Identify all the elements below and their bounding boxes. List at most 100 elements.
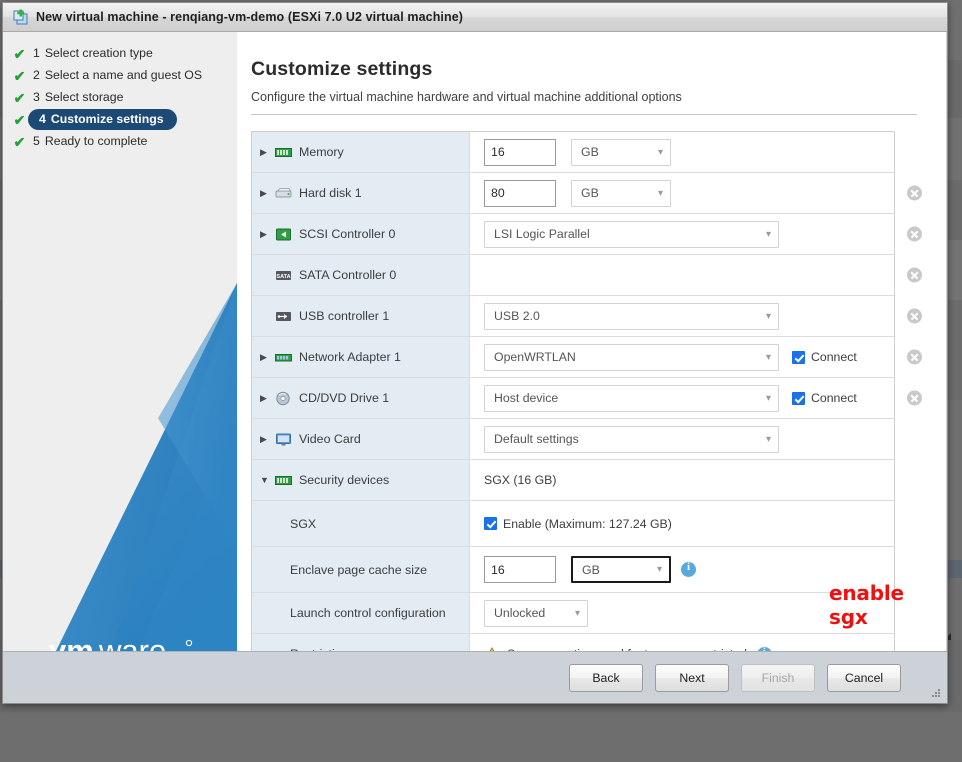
step-number: 2 bbox=[33, 68, 40, 82]
security-devices-summary: SGX (16 GB) bbox=[484, 473, 556, 487]
table-row[interactable]: ▼ Security devices bbox=[252, 460, 894, 501]
cd-dvd-connect-checkbox[interactable] bbox=[792, 392, 805, 405]
launch-control-configuration-select[interactable]: Unlocked ▾ bbox=[484, 600, 588, 627]
device-label: Security devices bbox=[299, 473, 389, 487]
table-row[interactable]: Enclave page cache size GB ▾ bbox=[252, 547, 894, 593]
device-label: CD/DVD Drive 1 bbox=[299, 391, 389, 405]
sgx-label: SGX bbox=[260, 517, 316, 531]
table-row[interactable]: Launch control configuration Unlocked ▾ bbox=[252, 593, 894, 634]
dialog-titlebar[interactable]: New virtual machine - renqiang-vm-demo (… bbox=[3, 3, 947, 32]
wizard-content: Customize settings Configure the virtual… bbox=[237, 32, 947, 651]
row-value-scsi-controller-0: LSI Logic Parallel ▾ bbox=[470, 214, 894, 254]
row-value-sgx: Enable (Maximum: 127.24 GB) bbox=[470, 501, 894, 546]
sidebar-item-select-a-name-and-guest-os[interactable]: ✔ 2Select a name and guest OS bbox=[3, 65, 237, 86]
svg-text:SATA: SATA bbox=[276, 274, 290, 280]
scsi-controller-type-select[interactable]: LSI Logic Parallel ▾ bbox=[484, 221, 779, 248]
row-value-hard-disk-1: GB ▾ bbox=[470, 173, 894, 213]
row-label-security-devices[interactable]: ▼ Security devices bbox=[252, 460, 470, 500]
chevron-down-icon: ▾ bbox=[658, 147, 663, 158]
remove-network-adapter-1-button[interactable] bbox=[907, 350, 922, 365]
scsi-controller-icon bbox=[275, 227, 292, 242]
chevron-down-icon[interactable]: ▼ bbox=[260, 476, 273, 485]
table-row[interactable]: ▶ Network Adapter 1 bbox=[252, 337, 894, 378]
remove-cd-dvd-drive-1-button[interactable] bbox=[907, 391, 922, 406]
enclave-page-cache-unit-select[interactable]: GB ▾ bbox=[571, 556, 671, 583]
chevron-right-icon[interactable]: ▶ bbox=[260, 435, 273, 444]
hardware-table-container: enable sgx ▶ bbox=[251, 131, 947, 651]
sidebar-item-label: Select storage bbox=[45, 90, 124, 104]
security-device-icon bbox=[275, 473, 292, 488]
enclave-page-cache-size-input[interactable] bbox=[484, 556, 556, 583]
check-icon: ✔ bbox=[11, 91, 28, 105]
sidebar-item-label: Select a name and guest OS bbox=[45, 68, 202, 82]
video-card-icon bbox=[275, 432, 292, 447]
new-virtual-machine-dialog: New virtual machine - renqiang-vm-demo (… bbox=[2, 2, 948, 704]
row-label-memory[interactable]: ▶ Memory bbox=[252, 132, 470, 172]
network-adapter-connect-checkbox[interactable] bbox=[792, 351, 805, 364]
cd-dvd-drive-icon bbox=[275, 391, 292, 406]
row-value-security-devices: SGX (16 GB) bbox=[470, 460, 894, 500]
memory-unit-select[interactable]: GB ▾ bbox=[571, 139, 671, 166]
row-value-network-adapter-1: OpenWRTLAN ▾ Connect bbox=[470, 337, 894, 377]
network-adapter-network-select[interactable]: OpenWRTLAN ▾ bbox=[484, 344, 779, 371]
row-value-sata-controller-0 bbox=[470, 255, 894, 295]
remove-hard-disk-1-button[interactable] bbox=[907, 186, 922, 201]
row-label-cd-dvd-drive-1[interactable]: ▶ CD/DVD Drive 1 bbox=[252, 378, 470, 418]
video-card-settings-select[interactable]: Default settings ▾ bbox=[484, 426, 779, 453]
row-label-video-card[interactable]: ▶ Video Card bbox=[252, 419, 470, 459]
hard-disk-size-input[interactable] bbox=[484, 180, 556, 207]
remove-usb-controller-1-button[interactable] bbox=[907, 309, 922, 324]
row-label-usb-controller-1[interactable]: ▶ USB controller 1 bbox=[252, 296, 470, 336]
chevron-down-icon: ▾ bbox=[766, 434, 771, 445]
remove-scsi-controller-0-button[interactable] bbox=[907, 227, 922, 242]
sidebar-item-label: Customize settings bbox=[51, 112, 164, 126]
chevron-right-icon[interactable]: ▶ bbox=[260, 353, 273, 362]
sidebar-item-customize-settings[interactable]: ✔ 4Customize settings bbox=[3, 109, 237, 130]
cd-dvd-source-value: Host device bbox=[494, 391, 558, 405]
row-label-sata-controller-0[interactable]: ▶ SATA SATA Controller 0 bbox=[252, 255, 470, 295]
row-label-hard-disk-1[interactable]: ▶ Hard disk 1 bbox=[252, 173, 470, 213]
twisty-placeholder: ▶ bbox=[260, 271, 273, 280]
back-button[interactable]: Back bbox=[569, 664, 643, 692]
cd-dvd-source-select[interactable]: Host device ▾ bbox=[484, 385, 779, 412]
sata-controller-icon: SATA bbox=[275, 268, 292, 283]
chevron-down-icon: ▾ bbox=[575, 608, 580, 619]
enclave-page-cache-info-icon[interactable] bbox=[681, 562, 696, 577]
dialog-title: New virtual machine - renqiang-vm-demo (… bbox=[36, 10, 463, 24]
sidebar-item-ready-to-complete[interactable]: ✔ 5Ready to complete bbox=[3, 131, 237, 152]
table-row[interactable]: SGX Enable (Maximum: 127.24 GB) bbox=[252, 501, 894, 547]
step-number: 3 bbox=[33, 90, 40, 104]
vmware-logo: vm ware bbox=[49, 635, 197, 651]
sidebar-item-select-storage[interactable]: ✔ 3 Select storage bbox=[3, 87, 237, 108]
sgx-enable-checkbox[interactable] bbox=[484, 517, 497, 530]
sidebar-item-select-creation-type[interactable]: ✔ 1Select creation type bbox=[3, 43, 237, 64]
chevron-down-icon: ▾ bbox=[766, 229, 771, 240]
sgx-enable-label: Enable (Maximum: 127.24 GB) bbox=[503, 517, 672, 531]
table-row[interactable]: ▶ SCSI Controller 0 LSI Log bbox=[252, 214, 894, 255]
chevron-down-icon: ▾ bbox=[657, 564, 662, 575]
chevron-right-icon[interactable]: ▶ bbox=[260, 230, 273, 239]
network-adapter-network-value: OpenWRTLAN bbox=[494, 350, 576, 364]
hard-disk-unit-select[interactable]: GB ▾ bbox=[571, 180, 671, 207]
usb-controller-icon bbox=[275, 309, 292, 324]
usb-controller-version-select[interactable]: USB 2.0 ▾ bbox=[484, 303, 779, 330]
table-row[interactable]: ▶ Video Card bbox=[252, 419, 894, 460]
table-row[interactable]: ▶ Memory bbox=[252, 132, 894, 173]
cancel-button[interactable]: Cancel bbox=[827, 664, 901, 692]
chevron-right-icon[interactable]: ▶ bbox=[260, 148, 273, 157]
chevron-right-icon[interactable]: ▶ bbox=[260, 189, 273, 198]
table-row[interactable]: ▶ Hard disk 1 bbox=[252, 173, 894, 214]
table-row[interactable]: ▶ SATA SATA Controller 0 bbox=[252, 255, 894, 296]
memory-size-input[interactable] bbox=[484, 139, 556, 166]
finish-button: Finish bbox=[741, 664, 815, 692]
step-number: 5 bbox=[33, 134, 40, 148]
table-row[interactable]: ▶ USB controller 1 bbox=[252, 296, 894, 337]
resize-grip-icon[interactable] bbox=[930, 687, 942, 699]
row-label-scsi-controller-0[interactable]: ▶ SCSI Controller 0 bbox=[252, 214, 470, 254]
svg-text:ware: ware bbox=[98, 635, 166, 651]
table-row[interactable]: ▶ CD/DVD Drive 1 bbox=[252, 378, 894, 419]
next-button[interactable]: Next bbox=[655, 664, 729, 692]
row-label-network-adapter-1[interactable]: ▶ Network Adapter 1 bbox=[252, 337, 470, 377]
remove-sata-controller-0-button[interactable] bbox=[907, 268, 922, 283]
chevron-right-icon[interactable]: ▶ bbox=[260, 394, 273, 403]
